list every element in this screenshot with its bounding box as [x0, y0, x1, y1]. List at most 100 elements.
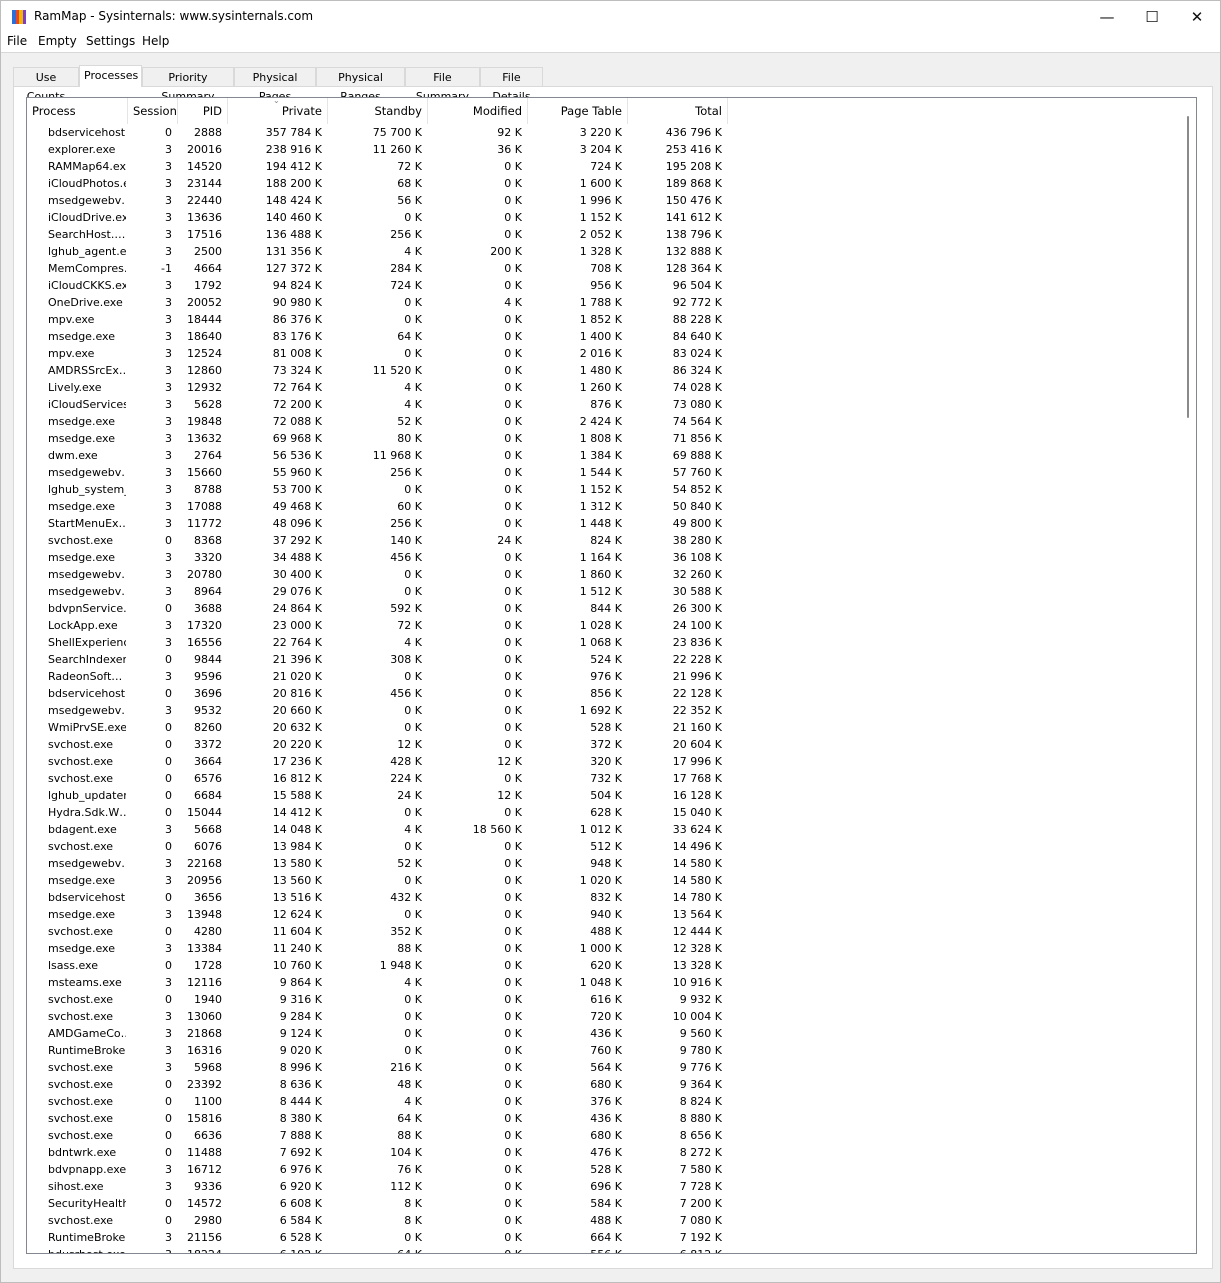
table-row[interactable]: RuntimeBroker. 3 16316 9 020 K 0 K 0 K 760 K 9 … — [27, 1042, 1177, 1059]
table-row[interactable]: AMDGameCo… 3 21868 9 124 K 0 K 0 K 436 K 9 560 … — [27, 1025, 1177, 1042]
table-row[interactable]: msedge.exe 3 13632 69 968 K 80 K 0 K 1 808 K 71… — [27, 430, 1177, 447]
table-row[interactable]: mpv.exe 3 12524 81 008 K 0 K 0 K 2 016 K 83 024… — [27, 345, 1177, 362]
table-row[interactable]: bdvpnapp.exe 3 16712 6 976 K 76 K 0 K 528 K 7 5… — [27, 1161, 1177, 1178]
table-row[interactable]: svchost.exe 0 8368 37 292 K 140 K 24 K 824 K 38… — [27, 532, 1177, 549]
table-row[interactable]: lsass.exe 0 1728 10 760 K 1 948 K 0 K 620 K 13 … — [27, 957, 1177, 974]
table-row[interactable]: msedge.exe 3 17088 49 468 K 60 K 0 K 1 312 K 50… — [27, 498, 1177, 515]
table-row[interactable]: msedge.exe 3 3320 34 488 K 456 K 0 K 1 164 K 36… — [27, 549, 1177, 566]
column-header-page-table[interactable]: Page Table — [528, 98, 628, 124]
column-header-total[interactable]: Total — [628, 98, 728, 124]
table-row[interactable]: bdvpnService.e 0 3688 24 864 K 592 K 0 K 844 K… — [27, 600, 1177, 617]
tab-use-counts[interactable]: Use Counts — [13, 67, 79, 103]
table-row[interactable]: SearchIndexer. 0 9844 21 396 K 308 K 0 K 524 K… — [27, 651, 1177, 668]
table-row[interactable]: svchost.exe 0 3664 17 236 K 428 K 12 K 320 K 17… — [27, 753, 1177, 770]
cell-total: 132 888 K — [665, 245, 722, 258]
table-row[interactable]: Hydra.Sdk.W… 0 15044 14 412 K 0 K 0 K 628 K 15 … — [27, 804, 1177, 821]
cell-modified: 0 K — [504, 1044, 522, 1057]
table-row[interactable]: svchost.exe 0 6636 7 888 K 88 K 0 K 680 K 8 656… — [27, 1127, 1177, 1144]
table-row[interactable]: msedge.exe 3 18640 83 176 K 64 K 0 K 1 400 K 84… — [27, 328, 1177, 345]
tab-physical-ranges[interactable]: Physical Ranges — [316, 67, 405, 103]
menu-help[interactable]: Help — [142, 34, 169, 48]
menu-settings[interactable]: Settings — [86, 34, 135, 48]
minimize-icon: — — [1099, 7, 1115, 26]
table-row[interactable]: Lively.exe 3 12932 72 764 K 4 K 0 K 1 260 K 74 … — [27, 379, 1177, 396]
table-row[interactable]: svchost.exe 0 2980 6 584 K 8 K 0 K 488 K 7 080 … — [27, 1212, 1177, 1229]
table-row[interactable]: iCloudServices 3 5628 72 200 K 4 K 0 K 876 K 73… — [27, 396, 1177, 413]
table-row[interactable]: msedge.exe 3 13384 11 240 K 88 K 0 K 1 000 K 12… — [27, 940, 1177, 957]
table-row[interactable]: iCloudPhotos.e 3 23144 188 200 K 68 K 0 K 1 60… — [27, 175, 1177, 192]
table-row[interactable]: lghub_updater. 0 6684 15 588 K 24 K 12 K 504 K… — [27, 787, 1177, 804]
cell-standby: 0 K — [404, 1044, 422, 1057]
table-row[interactable]: MemCompres… -1 4664 127 372 K 284 K 0 K 708 K 1… — [27, 260, 1177, 277]
table-row[interactable]: sihost.exe 3 9336 6 920 K 112 K 0 K 696 K 7 728… — [27, 1178, 1177, 1195]
table-row[interactable]: LockApp.exe 3 17320 23 000 K 72 K 0 K 1 028 K 2… — [27, 617, 1177, 634]
maximize-button[interactable]: ☐ — [1129, 1, 1175, 32]
cell-standby: 352 K — [390, 925, 422, 938]
table-row[interactable]: msedge.exe 3 20956 13 560 K 0 K 0 K 1 020 K 14 … — [27, 872, 1177, 889]
table-row[interactable]: bdservicehost. 0 2888 357 784 K 75 700 K 92 K… — [27, 124, 1177, 141]
table-row[interactable]: bdntwrk.exe 0 11488 7 692 K 104 K 0 K 476 K 8 2… — [27, 1144, 1177, 1161]
table-row[interactable]: svchost.exe 0 6076 13 984 K 0 K 0 K 512 K 14 49… — [27, 838, 1177, 855]
table-row[interactable]: SecurityHealth 0 14572 6 608 K 8 K 0 K 584 K 7 … — [27, 1195, 1177, 1212]
table-row[interactable]: RuntimeBroker. 3 21156 6 528 K 0 K 0 K 664 K 7 … — [27, 1229, 1177, 1246]
process-list[interactable]: Process Session PID Private Standby Modi… — [26, 97, 1197, 1254]
title-bar[interactable]: RamMap - Sysinternals: www.sysinternals.… — [1, 1, 1220, 32]
minimize-button[interactable]: — — [1084, 1, 1130, 32]
table-row[interactable]: msedgewebv… 3 22440 148 424 K 56 K 0 K 1 996 K… — [27, 192, 1177, 209]
table-row[interactable]: msteams.exe 3 12116 9 864 K 4 K 0 K 1 048 K 10 … — [27, 974, 1177, 991]
table-row[interactable]: ShellExperienc 3 16556 22 764 K 4 K 0 K 1 068 … — [27, 634, 1177, 651]
table-row[interactable]: svchost.exe 3 5968 8 996 K 216 K 0 K 564 K 9 77… — [27, 1059, 1177, 1076]
table-row[interactable]: svchost.exe 0 4280 11 604 K 352 K 0 K 488 K 12 … — [27, 923, 1177, 940]
table-row[interactable]: svchost.exe 3 13060 9 284 K 0 K 0 K 720 K 10 00… — [27, 1008, 1177, 1025]
tab-processes[interactable]: Processes — [79, 65, 142, 87]
table-row[interactable]: iCloudCKKS.exe 3 1792 94 824 K 724 K 0 K 956 K… — [27, 277, 1177, 294]
tab-physical-pages[interactable]: Physical Pages — [234, 67, 316, 103]
table-row[interactable]: bdusrhost.exe3182246 192 K64 K0 K556 K6 … — [27, 1246, 1177, 1253]
vertical-scrollbar[interactable] — [1179, 98, 1196, 1253]
cell-process: msedge.exe — [48, 330, 115, 343]
column-header-modified[interactable]: Modified — [428, 98, 528, 124]
table-row[interactable]: StartMenuEx… 3 11772 48 096 K 256 K 0 K 1 448 … — [27, 515, 1177, 532]
column-header-pid[interactable]: PID — [178, 98, 228, 124]
cell-total: 30 588 K — [672, 585, 722, 598]
tab-priority-summary[interactable]: Priority Summary — [142, 67, 234, 103]
scrollbar-thumb[interactable] — [1187, 116, 1189, 418]
column-header-session[interactable]: Session — [128, 98, 178, 124]
table-row[interactable]: explorer.exe 3 20016 238 916 K 11 260 K 36 K 3… — [27, 141, 1177, 158]
table-row[interactable]: AMDRSSrcEx… 3 12860 73 324 K 11 520 K 0 K 1 48… — [27, 362, 1177, 379]
table-row[interactable]: iCloudDrive.ex 3 13636 140 460 K 0 K 0 K 1 152… — [27, 209, 1177, 226]
tab-file-summary[interactable]: File Summary — [405, 67, 480, 103]
table-row[interactable]: lghub_agent.ex 3 2500 131 356 K 4 K 200 K 1 32… — [27, 243, 1177, 260]
cell-pid: 1792 — [194, 279, 222, 292]
table-row[interactable]: msedgewebv… 3 22168 13 580 K 52 K 0 K 948 K 14 … — [27, 855, 1177, 872]
table-row[interactable]: bdservicehost. 0 3656 13 516 K 432 K 0 K 832 K… — [27, 889, 1177, 906]
table-row[interactable]: svchost.exe 0 1100 8 444 K 4 K 0 K 376 K 8 824 … — [27, 1093, 1177, 1110]
table-row[interactable]: msedge.exe 3 13948 12 624 K 0 K 0 K 940 K 13 56… — [27, 906, 1177, 923]
table-row[interactable]: msedgewebv… 3 20780 30 400 K 0 K 0 K 1 860 K 32… — [27, 566, 1177, 583]
table-row[interactable]: msedgewebv… 3 9532 20 660 K 0 K 0 K 1 692 K 22 … — [27, 702, 1177, 719]
table-row[interactable]: msedgewebv… 3 15660 55 960 K 256 K 0 K 1 544 K… — [27, 464, 1177, 481]
table-row[interactable]: RadeonSoft… 3 9596 21 020 K 0 K 0 K 976 K 21 99… — [27, 668, 1177, 685]
tab-file-details[interactable]: File Details — [480, 67, 543, 103]
table-row[interactable]: WmiPrvSE.exe 0 8260 20 632 K 0 K 0 K 528 K 21 1… — [27, 719, 1177, 736]
table-row[interactable]: svchost.exe 0 6576 16 812 K 224 K 0 K 732 K 17 … — [27, 770, 1177, 787]
table-row[interactable]: svchost.exe 0 1940 9 316 K 0 K 0 K 616 K 9 932 … — [27, 991, 1177, 1008]
table-row[interactable]: msedge.exe 3 19848 72 088 K 52 K 0 K 2 424 K 74… — [27, 413, 1177, 430]
table-row[interactable]: svchost.exe 0 15816 8 380 K 64 K 0 K 436 K 8 88… — [27, 1110, 1177, 1127]
close-button[interactable]: ✕ — [1174, 1, 1220, 32]
table-row[interactable]: msedgewebv… 3 8964 29 076 K 0 K 0 K 1 512 K 30 … — [27, 583, 1177, 600]
table-row[interactable]: mpv.exe 3 18444 86 376 K 0 K 0 K 1 852 K 88 228… — [27, 311, 1177, 328]
table-row[interactable]: bdagent.exe 3 5668 14 048 K 4 K 18 560 K 1 012… — [27, 821, 1177, 838]
menu-empty[interactable]: Empty — [38, 34, 77, 48]
column-header-standby[interactable]: Standby — [328, 98, 428, 124]
table-row[interactable]: RAMMap64.exe 3 14520 194 412 K 72 K 0 K 724 K 1… — [27, 158, 1177, 175]
table-row[interactable]: OneDrive.exe 3 20052 90 980 K 0 K 4 K 1 788 K 9… — [27, 294, 1177, 311]
table-row[interactable]: svchost.exe 0 23392 8 636 K 48 K 0 K 680 K 9 36… — [27, 1076, 1177, 1093]
column-header-process[interactable]: Process — [27, 98, 128, 124]
table-row[interactable]: svchost.exe 0 3372 20 220 K 12 K 0 K 372 K 20 6… — [27, 736, 1177, 753]
table-row[interactable]: lghub_system_t 3 8788 53 700 K 0 K 0 K 1 152 K… — [27, 481, 1177, 498]
table-row[interactable]: SearchHost.… 3 17516 136 488 K 256 K 0 K 2 052… — [27, 226, 1177, 243]
table-row[interactable]: dwm.exe 3 2764 56 536 K 11 968 K 0 K 1 384 K 69… — [27, 447, 1177, 464]
menu-file[interactable]: File — [7, 34, 27, 48]
table-row[interactable]: bdservicehost. 0 3696 20 816 K 456 K 0 K 856 K… — [27, 685, 1177, 702]
